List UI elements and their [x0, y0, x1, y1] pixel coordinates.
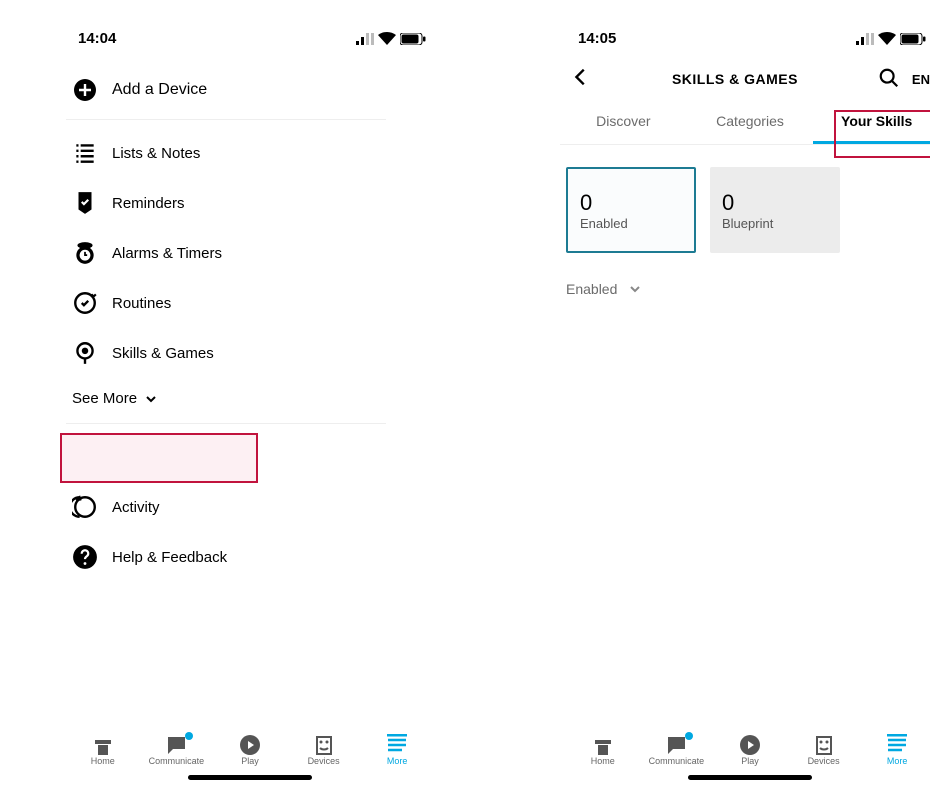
tile-enabled[interactable]: 0 Enabled [566, 167, 696, 253]
row-help-feedback[interactable]: Help & Feedback [66, 532, 434, 582]
tab-devices[interactable]: Devices [795, 734, 853, 766]
divider [66, 119, 386, 120]
tab-more[interactable]: More [368, 734, 426, 766]
reminder-icon [72, 190, 98, 216]
skills-screen: 14:05 SKILLS & GAMES EN Discover Categor… [560, 0, 930, 780]
home-indicator [188, 775, 312, 780]
bottom-tabbar: Home Communicate Play Devices More [560, 734, 930, 766]
back-button[interactable] [570, 66, 592, 93]
skills-icon [72, 340, 98, 366]
page-title: SKILLS & GAMES [672, 71, 798, 87]
add-device-label: Add a Device [112, 81, 207, 99]
enabled-count: 0 [580, 190, 682, 216]
activity-icon [72, 494, 98, 520]
play-icon [738, 734, 762, 756]
list-icon [72, 140, 98, 166]
filter-dropdown[interactable]: Enabled [560, 263, 930, 315]
highlight-skills-games [60, 433, 258, 483]
status-bar: 14:04 [60, 0, 440, 57]
tab-more[interactable]: More [868, 734, 926, 766]
header-bar: SKILLS & GAMES EN [560, 57, 930, 101]
more-screen: 14:04 Add a Device Lists & Notes Reminde… [60, 0, 440, 780]
blueprint-label: Blueprint [722, 216, 828, 231]
wifi-icon [878, 32, 896, 46]
signal-icon [856, 33, 874, 45]
home-indicator [688, 775, 812, 780]
search-icon [878, 67, 900, 89]
see-more-button[interactable]: See More [66, 378, 434, 419]
clock: 14:04 [78, 30, 116, 47]
row-reminders[interactable]: Reminders [66, 178, 434, 228]
tile-blueprint[interactable]: 0 Blueprint [710, 167, 840, 253]
devices-icon [312, 734, 336, 756]
alarm-icon [72, 240, 98, 266]
notification-dot-icon [685, 732, 693, 740]
battery-icon [900, 33, 926, 45]
chevron-left-icon [570, 66, 592, 88]
tab-categories[interactable]: Categories [687, 101, 814, 144]
more-icon [885, 734, 909, 756]
row-routines[interactable]: Routines [66, 278, 434, 328]
routines-icon [72, 290, 98, 316]
more-icon [385, 734, 409, 756]
wifi-icon [378, 32, 396, 46]
clock: 14:05 [578, 30, 616, 47]
help-icon [72, 544, 98, 570]
devices-icon [812, 734, 836, 756]
row-skills-games[interactable]: Skills & Games [66, 328, 434, 378]
add-device-row[interactable]: Add a Device [66, 65, 434, 115]
chevron-down-icon [629, 283, 641, 295]
tab-home[interactable]: Home [574, 734, 632, 766]
blueprint-count: 0 [722, 190, 828, 216]
bottom-tabbar: Home Communicate Play Devices More [60, 734, 440, 766]
tab-communicate[interactable]: Communicate [147, 734, 205, 766]
row-activity[interactable]: Activity [66, 482, 434, 532]
enabled-label: Enabled [580, 216, 682, 231]
plus-circle-icon [72, 77, 98, 103]
search-button[interactable] [878, 67, 900, 92]
tab-play[interactable]: Play [221, 734, 279, 766]
row-alarms-timers[interactable]: Alarms & Timers [66, 228, 434, 278]
tab-home[interactable]: Home [74, 734, 132, 766]
home-icon [91, 734, 115, 756]
tab-devices[interactable]: Devices [295, 734, 353, 766]
language-button[interactable]: EN [912, 72, 930, 87]
tab-discover[interactable]: Discover [560, 101, 687, 144]
home-icon [591, 734, 615, 756]
divider [66, 423, 386, 424]
row-lists-notes[interactable]: Lists & Notes [66, 128, 434, 178]
battery-icon [400, 33, 426, 45]
status-bar: 14:05 [560, 0, 930, 57]
tab-play[interactable]: Play [721, 734, 779, 766]
tab-communicate[interactable]: Communicate [647, 734, 705, 766]
highlight-your-skills [834, 110, 930, 158]
chevron-down-icon [145, 393, 157, 405]
notification-dot-icon [185, 732, 193, 740]
play-icon [238, 734, 262, 756]
signal-icon [356, 33, 374, 45]
